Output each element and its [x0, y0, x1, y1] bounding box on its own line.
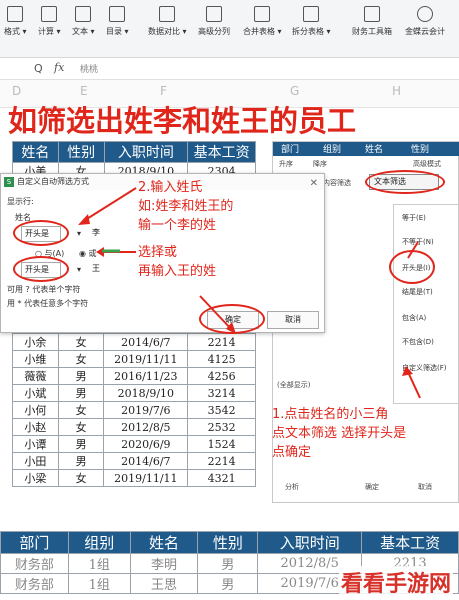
- header-salary[interactable]: 基本工资: [361, 531, 459, 554]
- header-gender[interactable]: 性别: [197, 531, 259, 554]
- cell[interactable]: 1组: [67, 573, 131, 594]
- header-group[interactable]: 组别: [67, 531, 131, 554]
- cell[interactable]: 王思: [129, 573, 199, 594]
- arrowhead-icon: [402, 366, 413, 376]
- cell[interactable]: 财务部: [0, 573, 69, 594]
- arrow-heads: [78, 214, 413, 376]
- header-dept[interactable]: 部门: [0, 531, 69, 554]
- arrow-overlay: [78, 187, 421, 399]
- arrow-icon: [81, 187, 137, 223]
- cell[interactable]: 男: [197, 553, 259, 574]
- header-date[interactable]: 入职时间: [257, 531, 363, 554]
- cell[interactable]: 1组: [67, 553, 131, 574]
- header-name[interactable]: 姓名: [129, 531, 199, 554]
- arrowhead-icon: [78, 214, 90, 225]
- arrow-icon: [407, 241, 419, 259]
- arrow-lines: [81, 187, 421, 399]
- arrow-icon: [407, 371, 421, 399]
- watermark-logo: 看看手游网: [338, 566, 453, 598]
- cell[interactable]: 李明: [129, 553, 199, 574]
- cell[interactable]: 财务部: [0, 553, 69, 574]
- cell[interactable]: 男: [197, 573, 259, 594]
- arrow-icon: [199, 295, 233, 331]
